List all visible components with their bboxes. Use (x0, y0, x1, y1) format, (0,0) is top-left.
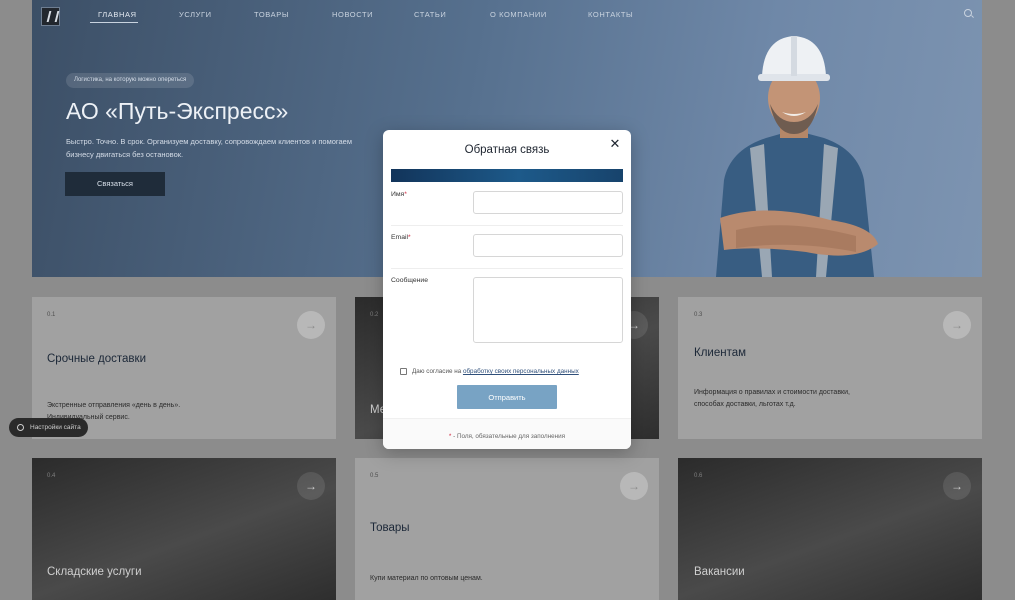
modal-accent-bar (391, 169, 623, 182)
arrow-right-icon[interactable]: → (297, 472, 325, 500)
nav-item-articles[interactable]: СТАТЬИ (414, 10, 446, 19)
contact-button[interactable]: Связаться (65, 172, 165, 196)
consent-text: Даю согласие на (412, 368, 462, 375)
submit-button[interactable]: Отправить (457, 385, 557, 409)
arrow-right-icon[interactable]: → (297, 311, 325, 339)
email-label: Email* (391, 234, 411, 241)
site-logo[interactable] (41, 7, 60, 26)
card-number: 0.6 (694, 473, 703, 479)
message-row: Сообщение (391, 277, 623, 349)
consent-checkbox[interactable] (400, 368, 407, 375)
hero-description: Быстро. Точно. В срок. Организуем достав… (66, 137, 352, 159)
card-title: Вакансии (694, 566, 745, 578)
card-warehouse[interactable]: 0.4 → Складские услуги (32, 458, 336, 600)
email-row: Email* (391, 234, 623, 269)
nav-item-home[interactable]: ГЛАВНАЯ (98, 10, 137, 19)
settings-label: Настройки сайта (30, 424, 81, 431)
card-text: Купи материал по оптовым ценам. (370, 575, 483, 582)
name-field[interactable] (473, 191, 623, 214)
arrow-right-icon[interactable]: → (943, 472, 971, 500)
card-title: Товары (370, 522, 410, 534)
card-vacancies[interactable]: 0.6 → Вакансии (678, 458, 982, 600)
card-clients[interactable]: 0.3 → Клиентам Информация о правилах и с… (678, 297, 982, 439)
card-title: Срочные доставки (47, 353, 146, 365)
modal-footer: * - Поля, обязательные для заполнения (383, 418, 631, 449)
hero-tagline: Логистика, на которую можно опереться (66, 73, 195, 88)
name-row: Имя* (391, 191, 623, 226)
card-products[interactable]: 0.5 → Товары Купи материал по оптовым це… (355, 458, 659, 600)
card-number: 0.5 (370, 473, 379, 479)
site-settings-button[interactable]: Настройки сайта (9, 418, 88, 437)
nav-item-services[interactable]: УСЛУГИ (179, 10, 212, 19)
feedback-modal: Обратная связь ✕ Имя* Email* Сообщение Д… (383, 130, 631, 449)
nav-item-news[interactable]: НОВОСТИ (332, 10, 373, 19)
nav-item-about[interactable]: О КОМПАНИИ (490, 10, 547, 19)
card-number: 0.2 (370, 312, 379, 318)
close-icon[interactable]: ✕ (609, 137, 621, 150)
active-nav-indicator (90, 22, 138, 23)
message-field[interactable] (473, 277, 623, 343)
gear-icon (17, 424, 24, 431)
card-number: 0.4 (47, 473, 56, 479)
consent-link[interactable]: обработку своих персональных данных (463, 368, 579, 375)
arrow-right-icon[interactable]: → (943, 311, 971, 339)
card-title: Складские услуги (47, 566, 142, 578)
arrow-right-icon[interactable]: → (620, 472, 648, 500)
name-label: Имя* (391, 191, 407, 198)
worker-image (716, 36, 878, 277)
required-fields-note: * - Поля, обязательные для заполнения (448, 433, 566, 440)
card-number: 0.3 (694, 312, 703, 318)
main-navigation: ГЛАВНАЯ УСЛУГИ ТОВАРЫ НОВОСТИ СТАТЬИ О К… (0, 0, 1015, 28)
message-label: Сообщение (391, 277, 428, 284)
card-title: Клиентам (694, 347, 747, 359)
email-field[interactable] (473, 234, 623, 257)
card-number: 0.1 (47, 312, 56, 318)
nav-item-contacts[interactable]: КОНТАКТЫ (588, 10, 633, 19)
search-icon[interactable] (964, 9, 972, 17)
modal-title: Обратная связь (464, 144, 550, 156)
card-text: Информация о правилах и стоимости достав… (694, 389, 850, 408)
nav-item-products[interactable]: ТОВАРЫ (254, 10, 289, 19)
hero-title: АО «Путь-Экспресс» (66, 98, 289, 124)
